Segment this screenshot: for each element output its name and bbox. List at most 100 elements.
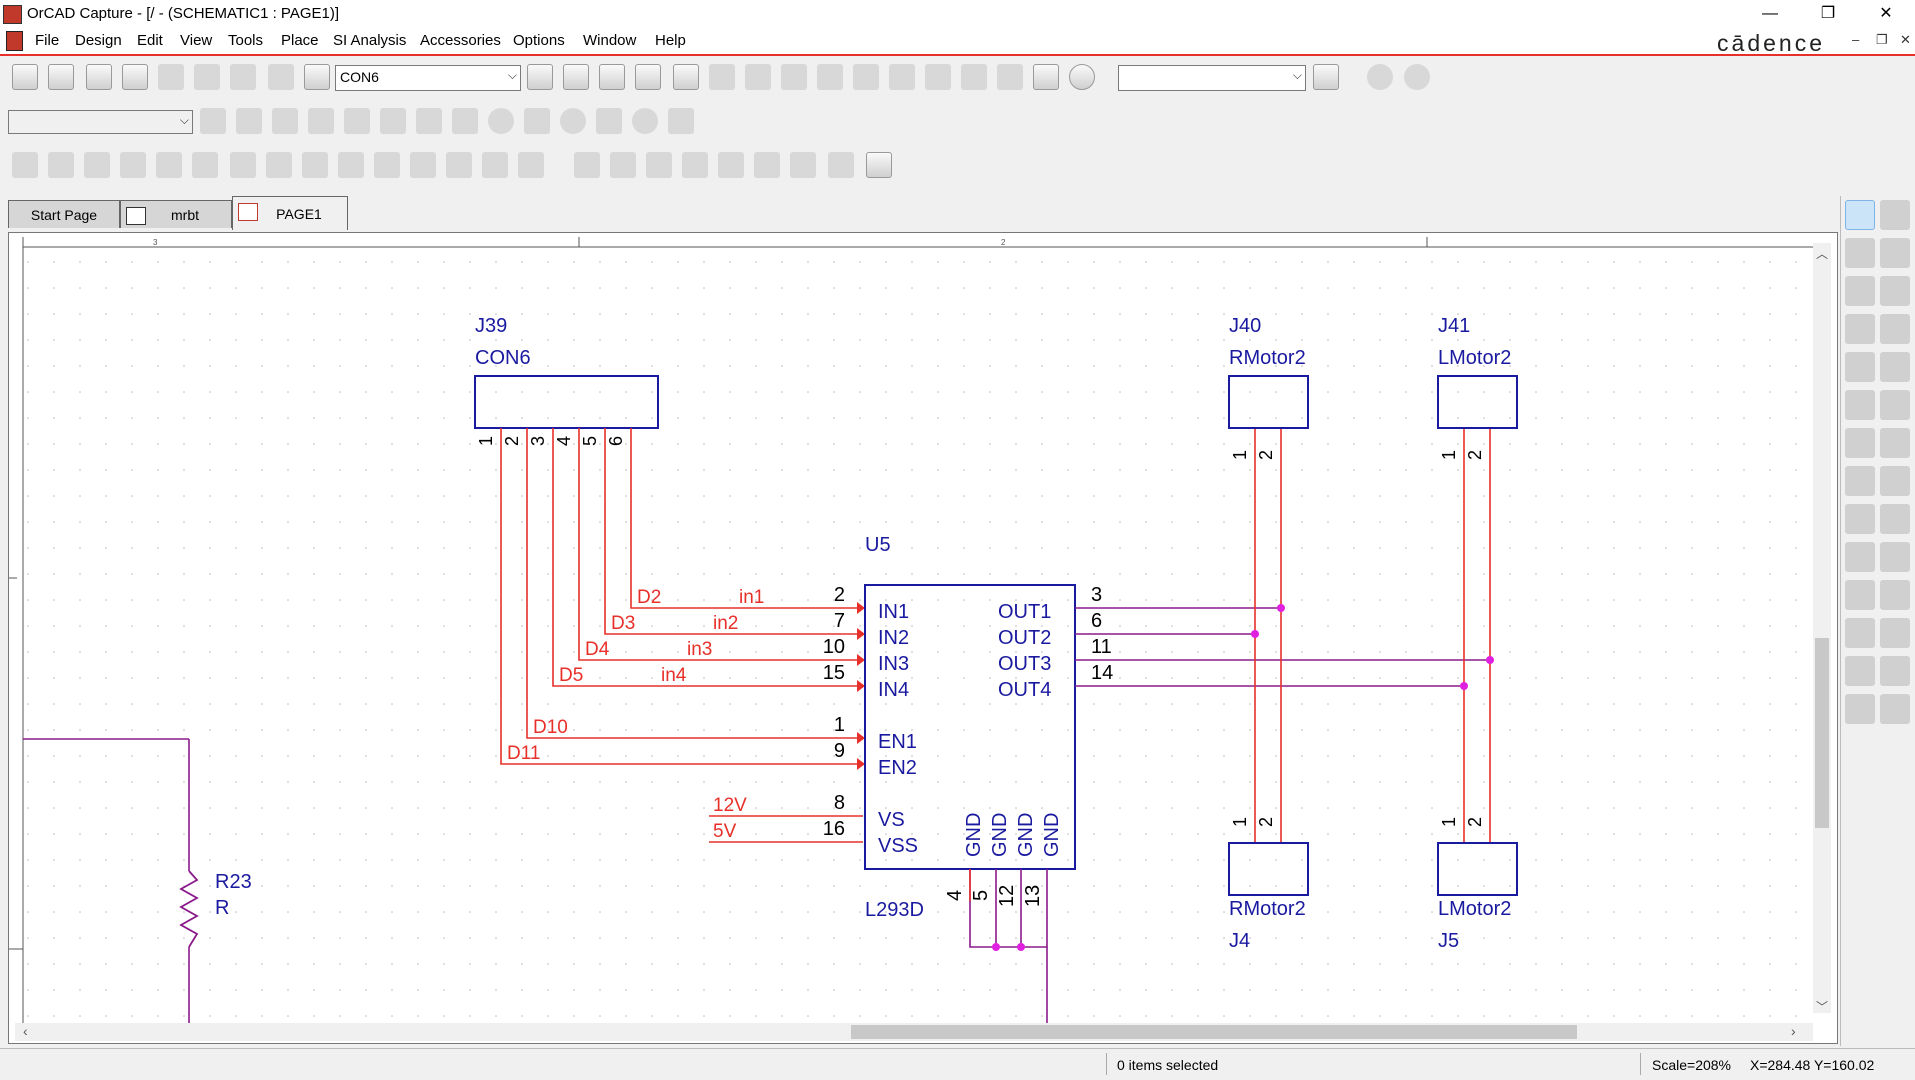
align-left-icon[interactable] [574, 152, 600, 178]
menu-help[interactable]: Help [655, 32, 686, 49]
place-polyline-icon[interactable] [1880, 542, 1910, 572]
menu-window[interactable]: Window [583, 32, 636, 49]
hierarchical-port-icon[interactable] [1845, 466, 1875, 496]
net-label-5v[interactable]: 5V [713, 821, 737, 842]
net-label-in4[interactable]: in4 [661, 665, 687, 686]
mdi-close-button[interactable]: ✕ [1900, 32, 1911, 48]
undo-icon[interactable] [268, 64, 294, 90]
toolbar3-icon-1[interactable] [12, 152, 38, 178]
net-label-d2[interactable]: D2 [637, 587, 661, 608]
drc-icon[interactable] [781, 64, 807, 90]
menu-tools[interactable]: Tools [228, 32, 263, 49]
vertical-scroll-thumb[interactable] [1815, 638, 1829, 828]
paste-icon[interactable] [230, 64, 256, 90]
toolbar3-icon-14[interactable] [482, 152, 508, 178]
net-label-d10[interactable]: D10 [533, 717, 568, 738]
enable-v-icon[interactable] [524, 108, 550, 134]
menu-edit[interactable]: Edit [137, 32, 163, 49]
help-icon[interactable] [1069, 64, 1095, 90]
tab-mrbt[interactable]: mrbt [120, 200, 232, 228]
diff-marker-icon[interactable] [380, 108, 406, 134]
power-marker-icon[interactable] [452, 108, 478, 134]
place-elliptical-arc-icon[interactable] [1880, 618, 1910, 648]
save-icon[interactable] [86, 64, 112, 90]
place-arc-icon[interactable] [1845, 618, 1875, 648]
search-combo[interactable]: ⌵ [1118, 65, 1306, 91]
place-ellipse-icon[interactable] [1880, 580, 1910, 610]
menu-si-analysis[interactable]: SI Analysis [333, 32, 406, 49]
menu-options[interactable]: Options [513, 32, 565, 49]
menu-accessories[interactable]: Accessories [420, 32, 501, 49]
current-marker-icon[interactable] [416, 108, 442, 134]
toolbar3-icon-8[interactable] [266, 152, 292, 178]
horizontal-scroll-thumb[interactable] [851, 1025, 1577, 1039]
net-label-d4[interactable]: D4 [585, 639, 610, 660]
toolbar3-icon-6[interactable] [192, 152, 218, 178]
zoom-all-icon[interactable] [635, 64, 661, 90]
place-line-icon[interactable] [1845, 542, 1875, 572]
net-label-d3[interactable]: D3 [611, 613, 635, 634]
mdi-restore-button[interactable]: ❐ [1876, 32, 1888, 48]
scroll-left-icon[interactable]: ‹ [23, 1023, 28, 1039]
snap-grid-icon[interactable] [925, 64, 951, 90]
auto-connect-bus-icon[interactable] [1845, 314, 1875, 344]
place-ieee-symbol-icon[interactable] [1845, 694, 1875, 724]
simulation-profile-combo[interactable]: ⌵ [8, 110, 193, 134]
menu-design[interactable]: Design [75, 32, 122, 49]
annotate-icon[interactable] [709, 64, 735, 90]
cross-reference-icon[interactable] [853, 64, 879, 90]
menu-place[interactable]: Place [281, 32, 319, 49]
distribute-vertical-icon[interactable] [828, 152, 854, 178]
forward-icon[interactable] [1404, 64, 1430, 90]
place-pin-array-icon[interactable] [1880, 694, 1910, 724]
back-annotate-icon[interactable] [745, 64, 771, 90]
redo-icon[interactable] [304, 64, 330, 90]
menu-file[interactable]: File [35, 32, 59, 49]
bom-icon[interactable] [889, 64, 915, 90]
zoom-in-icon[interactable] [527, 64, 553, 90]
scroll-up-icon[interactable]: ︿ [1816, 245, 1828, 262]
power-icon[interactable] [1880, 390, 1910, 420]
drag-icon[interactable] [997, 64, 1023, 90]
new-profile-icon[interactable] [200, 108, 226, 134]
horizontal-scrollbar[interactable]: ‹ › [15, 1023, 1813, 1041]
part-combo[interactable]: CON6 ⌵ [335, 65, 521, 91]
toolbar3-icon-9[interactable] [302, 152, 328, 178]
ground-icon[interactable] [1845, 428, 1875, 458]
open-icon[interactable] [48, 64, 74, 90]
place-bus-icon[interactable] [1845, 352, 1875, 382]
tab-start-page[interactable]: Start Page [8, 200, 120, 228]
toolbar3-icon-7[interactable] [230, 152, 256, 178]
scroll-right-icon[interactable]: › [1791, 1023, 1796, 1039]
edit-profile-icon[interactable] [236, 108, 262, 134]
place-junction-icon[interactable] [1880, 352, 1910, 382]
bias-i-icon[interactable] [560, 108, 586, 134]
place-hierarchical-block-icon[interactable] [1880, 428, 1910, 458]
project-manager-icon[interactable] [1033, 64, 1059, 90]
back-icon[interactable] [1367, 64, 1393, 90]
toolbar3-icon-12[interactable] [410, 152, 436, 178]
net-alias-icon[interactable] [1880, 314, 1910, 344]
place-text-icon[interactable] [1880, 656, 1910, 686]
bias-v-icon[interactable] [488, 108, 514, 134]
zoom-out-icon[interactable] [563, 64, 589, 90]
new-icon[interactable] [12, 64, 38, 90]
select-icon[interactable] [1845, 200, 1875, 230]
voltage-marker-icon[interactable] [344, 108, 370, 134]
close-button[interactable]: ✕ [1858, 0, 1914, 28]
minimize-button[interactable]: — [1742, 0, 1798, 28]
toolbar3-icon-2[interactable] [48, 152, 74, 178]
restore-button[interactable]: ❐ [1800, 0, 1856, 28]
place-wire-icon[interactable] [1845, 238, 1875, 268]
print-icon[interactable] [122, 64, 148, 90]
align-bottom-icon[interactable] [754, 152, 780, 178]
net-label-d5[interactable]: D5 [559, 665, 583, 686]
view-results-icon[interactable] [308, 108, 334, 134]
area-select-icon[interactable] [961, 64, 987, 90]
place-net-group-icon[interactable] [1880, 238, 1910, 268]
bus-entry-icon[interactable] [1845, 390, 1875, 420]
place-rectangle-icon[interactable] [1845, 580, 1875, 610]
hierarchical-pin-icon[interactable] [1880, 466, 1910, 496]
net-label-in2[interactable]: in2 [713, 613, 738, 634]
toolbar3-icon-13[interactable] [446, 152, 472, 178]
